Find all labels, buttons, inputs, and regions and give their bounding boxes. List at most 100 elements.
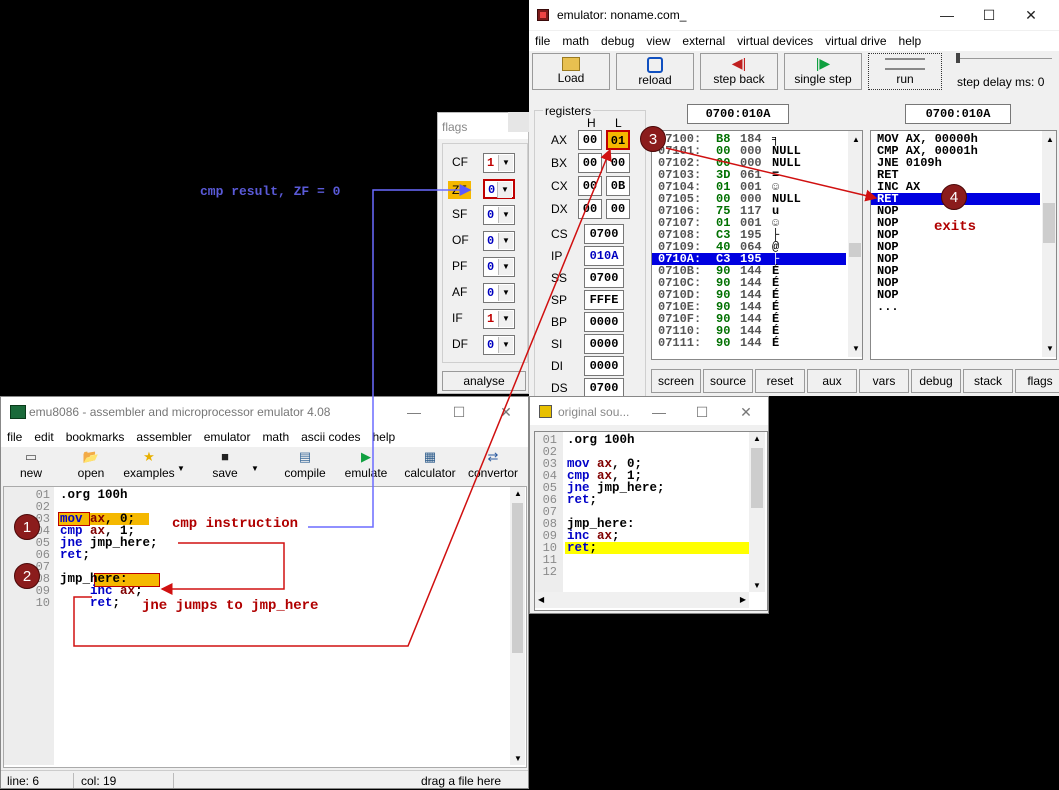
chevron-down-icon[interactable]: ▼ xyxy=(498,233,513,249)
emu-menu-item[interactable]: virtual devices xyxy=(731,31,819,48)
editor-menu-item[interactable]: edit xyxy=(28,427,59,444)
vars-button[interactable]: vars xyxy=(859,369,909,393)
flag-SF-select[interactable]: 0 ▼ xyxy=(483,205,515,225)
flag-IF-select[interactable]: 1 ▼ xyxy=(483,309,515,329)
register-AX-high[interactable]: 00 xyxy=(578,130,602,150)
chevron-down-icon[interactable]: ▼ xyxy=(498,337,513,353)
slider-thumb[interactable] xyxy=(956,53,960,63)
register-DS-value[interactable]: 0700 xyxy=(584,378,624,398)
minimize-icon[interactable]: — xyxy=(936,4,958,26)
toolbar-emulate-button[interactable]: ▶ emulate xyxy=(341,448,391,480)
register-BX-high[interactable]: 00 xyxy=(578,153,602,173)
register-DI-value[interactable]: 0000 xyxy=(584,356,624,376)
toolbar-examples-button[interactable]: ★ examples xyxy=(119,448,179,480)
register-CX-low[interactable]: 0B xyxy=(606,176,630,196)
toolbar-new-button[interactable]: ▭ new xyxy=(9,448,53,480)
flag-CF-select[interactable]: 1 ▼ xyxy=(483,153,515,173)
emu-menu-item[interactable]: file xyxy=(529,31,556,48)
editor-menu-item[interactable]: ascii codes xyxy=(295,427,366,444)
editor-vscroll[interactable]: ▲ ▼ xyxy=(510,487,525,765)
disassembly-list[interactable]: MOV AX, 00000h CMP AX, 00001h JNE 0109h RET… xyxy=(870,130,1057,360)
emu-menu-item[interactable]: view xyxy=(640,31,676,48)
editor-vscroll-thumb[interactable] xyxy=(512,503,523,653)
flags-button[interactable]: flags xyxy=(1015,369,1059,393)
source-vscroll-thumb[interactable] xyxy=(751,448,763,508)
register-CS-value[interactable]: 0700 xyxy=(584,224,624,244)
toolbar-convertor-button[interactable]: ⇄ convertor xyxy=(463,448,523,480)
source-button[interactable]: source xyxy=(703,369,753,393)
stack-button[interactable]: stack xyxy=(963,369,1013,393)
close-icon[interactable]: ✕ xyxy=(1020,4,1042,26)
register-SP-value[interactable]: FFFE xyxy=(584,290,624,310)
flag-ZF-select[interactable]: 0 ▼ xyxy=(483,179,515,199)
source-close-icon[interactable]: ✕ xyxy=(735,401,757,423)
editor-maximize-icon[interactable]: ☐ xyxy=(448,401,470,423)
memory-scroll-thumb[interactable] xyxy=(849,243,861,257)
step-delay-slider[interactable] xyxy=(956,53,1052,67)
disasm-scroll-thumb[interactable] xyxy=(1043,203,1055,243)
screen-button[interactable]: screen xyxy=(651,369,701,393)
emu-menu-item[interactable]: debug xyxy=(595,31,640,48)
source-vscroll[interactable]: ▲ ▼ xyxy=(749,432,765,592)
memory-row[interactable]: 07111: 90 144 É xyxy=(652,337,846,349)
chevron-down-icon[interactable]: ▼ xyxy=(498,311,513,327)
aux-button[interactable]: aux xyxy=(807,369,857,393)
emu-menu-item[interactable]: math xyxy=(556,31,595,48)
reset-button[interactable]: reset xyxy=(755,369,805,393)
editor-menu-item[interactable]: help xyxy=(367,427,402,444)
flags-close-area xyxy=(508,112,529,132)
run-button[interactable]: run xyxy=(868,53,942,90)
flag-PF-select[interactable]: 0 ▼ xyxy=(483,257,515,277)
chevron-down-icon[interactable]: ▼ xyxy=(498,285,513,301)
source-minimize-icon[interactable]: — xyxy=(648,401,670,423)
disasm-row[interactable]: ... xyxy=(871,301,1040,313)
flag-DF-select[interactable]: 0 ▼ xyxy=(483,335,515,355)
examples-dropdown-arrow[interactable]: ▼ xyxy=(177,464,185,473)
chevron-down-icon[interactable]: ▼ xyxy=(497,182,512,198)
register-BX-low[interactable]: 00 xyxy=(606,153,630,173)
disasm-scrollbar[interactable]: ▲ ▼ xyxy=(1042,131,1056,357)
memory-scrollbar[interactable]: ▲ ▼ xyxy=(848,131,862,357)
editor-menu-item[interactable]: bookmarks xyxy=(60,427,131,444)
chevron-down-icon[interactable]: ▼ xyxy=(498,259,513,275)
toolbar-calculator-button[interactable]: ▦ calculator xyxy=(399,448,461,480)
load-button[interactable]: Load xyxy=(532,53,610,90)
memory-list[interactable]: 07100: B8 184 ╕ 07101: 00 000 NULL 07102: 00 000 NU… xyxy=(651,130,863,360)
chevron-down-icon[interactable]: ▼ xyxy=(498,155,513,171)
register-SS-value[interactable]: 0700 xyxy=(584,268,624,288)
register-AX-low[interactable]: 01 xyxy=(606,130,630,150)
flag-OF-select[interactable]: 0 ▼ xyxy=(483,231,515,251)
register-BP-value[interactable]: 0000 xyxy=(584,312,624,332)
reload-button[interactable]: reload xyxy=(616,53,694,90)
emu-menu-item[interactable]: external xyxy=(676,31,731,48)
emu-menu-item[interactable]: help xyxy=(893,31,928,48)
step-back-button[interactable]: ◀| step back xyxy=(700,53,778,90)
emu-menu-item[interactable]: virtual drive xyxy=(819,31,892,48)
editor-menu-item[interactable]: file xyxy=(1,427,28,444)
toolbar-save-button[interactable]: ■ save xyxy=(205,448,245,480)
editor-close-icon[interactable]: ✕ xyxy=(495,401,517,423)
debug-button[interactable]: debug xyxy=(911,369,961,393)
source-maximize-icon[interactable]: ☐ xyxy=(691,401,713,423)
chevron-down-icon[interactable]: ▼ xyxy=(498,207,513,223)
single-step-button[interactable]: |▶ single step xyxy=(784,53,862,90)
source-hscroll[interactable]: ◀ ▶ xyxy=(535,592,749,608)
source-code-area[interactable]: 01 02 03 04 05 06 07 08 09 10 11 12 .org… xyxy=(534,431,768,611)
editor-menu-item[interactable]: math xyxy=(256,427,295,444)
toolbar-open-button[interactable]: 📂 open xyxy=(67,448,115,480)
editor-menu-item[interactable]: assembler xyxy=(130,427,197,444)
analyse-button[interactable]: analyse xyxy=(442,371,526,391)
maximize-icon[interactable]: ☐ xyxy=(978,4,1000,26)
flag-AF-select[interactable]: 0 ▼ xyxy=(483,283,515,303)
register-CX-high[interactable]: 00 xyxy=(578,176,602,196)
editor-menu-item[interactable]: emulator xyxy=(198,427,257,444)
save-dropdown-arrow[interactable]: ▼ xyxy=(251,464,259,473)
disasm-address-field[interactable]: 0700:010A xyxy=(905,104,1011,124)
register-IP-value[interactable]: 010A xyxy=(584,246,624,266)
toolbar-compile-button[interactable]: ▤ compile xyxy=(279,448,331,480)
register-SI-value[interactable]: 0000 xyxy=(584,334,624,354)
memory-address-field[interactable]: 0700:010A xyxy=(687,104,789,124)
register-DX-high[interactable]: 00 xyxy=(578,199,602,219)
editor-minimize-icon[interactable]: — xyxy=(403,401,425,423)
register-DX-low[interactable]: 00 xyxy=(606,199,630,219)
